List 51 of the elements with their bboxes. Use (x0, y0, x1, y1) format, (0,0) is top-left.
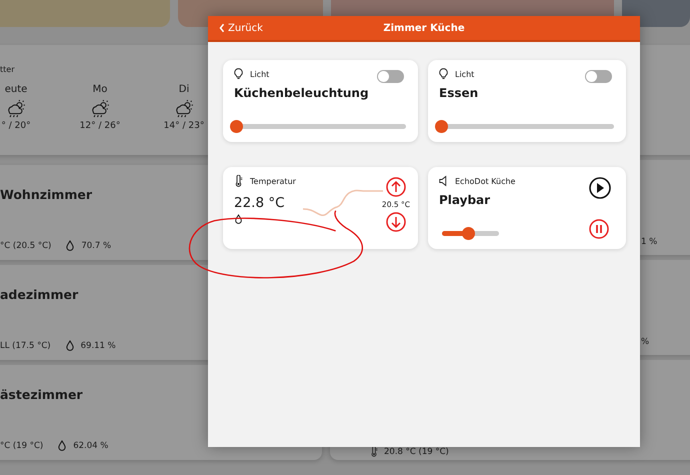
humidity-reading: % (641, 337, 650, 347)
room-name: Wohnzimmer (0, 187, 92, 202)
rain-cloud-icon (5, 99, 27, 118)
slider-thumb[interactable] (230, 120, 244, 133)
arrow-up-button[interactable] (386, 177, 406, 197)
temperature-reading: LL (17.5 °C) (0, 341, 51, 351)
thermometer-icon (234, 175, 243, 187)
toggle-switch[interactable] (377, 70, 404, 83)
dialog-title: Zimmer Küche (383, 22, 465, 34)
droplet-icon (64, 340, 75, 352)
temperature-value: 22.8 °C (234, 195, 285, 211)
arrow-down-button[interactable] (386, 212, 406, 232)
chevron-left-icon (219, 23, 225, 33)
day-label: eute (4, 84, 28, 95)
pause-button[interactable] (589, 219, 609, 239)
device-type: Licht (250, 70, 270, 78)
rain-cloud-icon (89, 99, 111, 118)
slider-thumb[interactable] (462, 227, 475, 240)
device-name: Essen (439, 86, 480, 100)
temperature-range: 12° / 26° (80, 121, 120, 131)
back-button[interactable]: Zurück (219, 22, 263, 34)
play-button[interactable] (589, 177, 611, 199)
humidity-reading: 70.7 % (81, 241, 112, 251)
droplet-icon (65, 240, 76, 252)
temperature-reading: °C (19 °C) (0, 441, 44, 451)
day-label: Di (178, 84, 190, 95)
toggle-switch[interactable] (585, 70, 612, 83)
humidity-reading: 69.11 % (80, 341, 116, 351)
device-type: EchoDot Küche (455, 176, 516, 186)
device-type: Temperatur (250, 176, 296, 186)
droplet-icon (234, 214, 243, 225)
humidity-reading: 62.04 % (73, 441, 108, 451)
lightbulb-icon (234, 68, 243, 80)
device-name: Küchenbeleuchtung (234, 86, 370, 100)
room-name: adezimmer (0, 287, 78, 302)
thermometer-icon (370, 446, 378, 457)
room-name: ästezimmer (0, 387, 83, 402)
humidity-reading: 1 % (641, 237, 658, 247)
slider-thumb[interactable] (435, 120, 448, 133)
lightbulb-icon (439, 68, 448, 80)
temperature-reading: °C (20.5 °C) (0, 241, 52, 251)
rain-cloud-icon (173, 99, 195, 118)
device-name: Playbar (439, 193, 492, 207)
speaker-icon (439, 175, 448, 187)
tile[interactable] (0, 0, 170, 27)
temperature-reading: 20.8 °C (19 °C) (384, 446, 449, 456)
temperature-range: ° / 20° (1, 121, 31, 131)
device-type: Licht (455, 70, 474, 78)
droplet-icon (57, 440, 68, 452)
day-label: Mo (92, 84, 108, 95)
temperature-range: 14° / 23° (164, 121, 204, 131)
